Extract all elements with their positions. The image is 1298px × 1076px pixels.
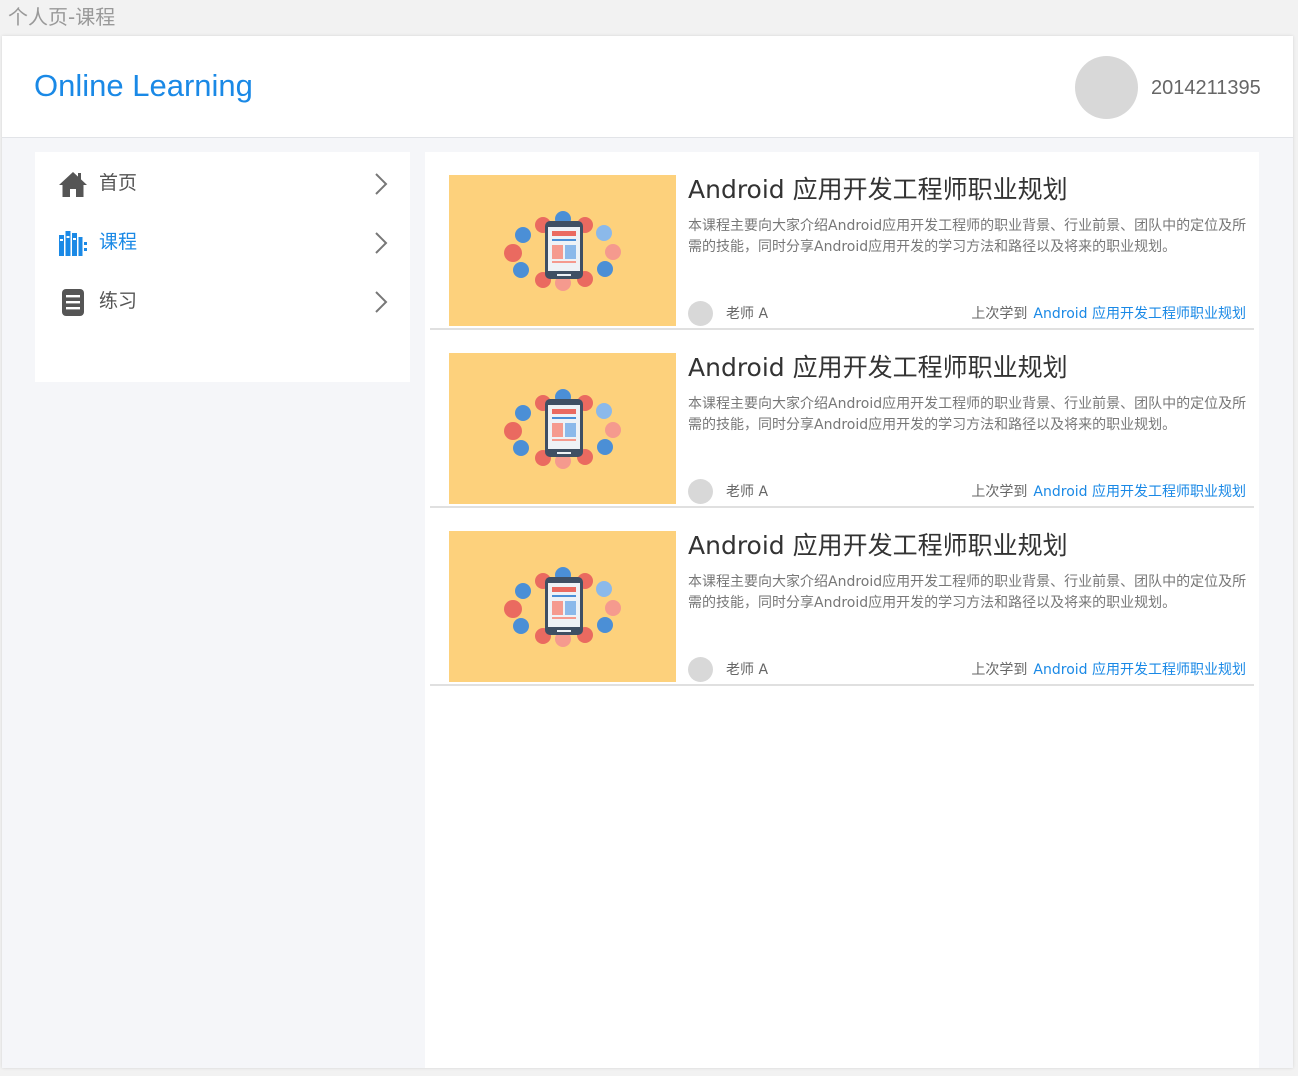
app-window: Online Learning 2014211395 首页 课程 练习 Andr… [2,36,1293,1068]
chevron-right-icon [375,291,388,313]
page-label: 个人页-课程 [8,5,116,29]
sidebar-item-courses[interactable]: 课程 [35,219,410,267]
teacher-avatar [688,301,713,326]
course-thumbnail[interactable] [449,175,676,326]
last-study-link[interactable]: Android 应用开发工程师职业规划 [1033,484,1246,500]
last-study-label: 上次学到 [971,484,1028,500]
top-header: Online Learning 2014211395 [2,36,1293,138]
teacher-name: 老师 A [726,306,769,322]
username[interactable]: 2014211395 [1151,76,1261,100]
teacher-avatar [688,479,713,504]
app-illustration-icon [504,211,621,291]
course-item[interactable]: Android 应用开发工程师职业规划 本课程主要向大家介绍Android应用开… [430,330,1254,508]
teacher-name: 老师 A [726,662,769,678]
course-thumbnail[interactable] [449,531,676,682]
app-illustration-icon [504,567,621,647]
list-icon [62,289,84,316]
course-list: Android 应用开发工程师职业规划 本课程主要向大家介绍Android应用开… [425,152,1259,1068]
last-study-info: 上次学到 Android 应用开发工程师职业规划 [971,660,1246,680]
course-title[interactable]: Android 应用开发工程师职业规划 [688,174,1068,206]
course-thumbnail[interactable] [449,353,676,504]
sidebar: 首页 课程 练习 [35,152,410,382]
user-avatar[interactable] [1075,56,1138,119]
sidebar-item-label: 课程 [99,231,138,253]
chevron-right-icon [375,173,388,195]
brand-logo[interactable]: Online Learning [34,68,253,104]
sidebar-item-practice[interactable]: 练习 [35,278,410,326]
course-description: 本课程主要向大家介绍Android应用开发工程师的职业背景、行业前景、团队中的定… [688,396,1247,433]
course-title[interactable]: Android 应用开发工程师职业规划 [688,352,1068,384]
teacher-avatar [688,657,713,682]
course-title[interactable]: Android 应用开发工程师职业规划 [688,530,1068,562]
last-study-label: 上次学到 [971,662,1028,678]
course-description: 本课程主要向大家介绍Android应用开发工程师的职业背景、行业前景、团队中的定… [688,218,1247,255]
course-description: 本课程主要向大家介绍Android应用开发工程师的职业背景、行业前景、团队中的定… [688,574,1247,611]
sidebar-item-label: 首页 [99,172,138,194]
sidebar-item-label: 练习 [99,290,138,312]
last-study-label: 上次学到 [971,306,1028,322]
chevron-right-icon [375,232,388,254]
last-study-link[interactable]: Android 应用开发工程师职业规划 [1033,662,1246,678]
teacher-name: 老师 A [726,484,769,500]
last-study-info: 上次学到 Android 应用开发工程师职业规划 [971,304,1246,324]
books-icon [59,231,87,256]
last-study-info: 上次学到 Android 应用开发工程师职业规划 [971,482,1246,502]
last-study-link[interactable]: Android 应用开发工程师职业规划 [1033,306,1246,322]
course-item[interactable]: Android 应用开发工程师职业规划 本课程主要向大家介绍Android应用开… [430,508,1254,686]
course-item[interactable]: Android 应用开发工程师职业规划 本课程主要向大家介绍Android应用开… [430,152,1254,330]
sidebar-item-home[interactable]: 首页 [35,160,410,208]
app-illustration-icon [504,389,621,469]
home-icon [59,172,87,197]
